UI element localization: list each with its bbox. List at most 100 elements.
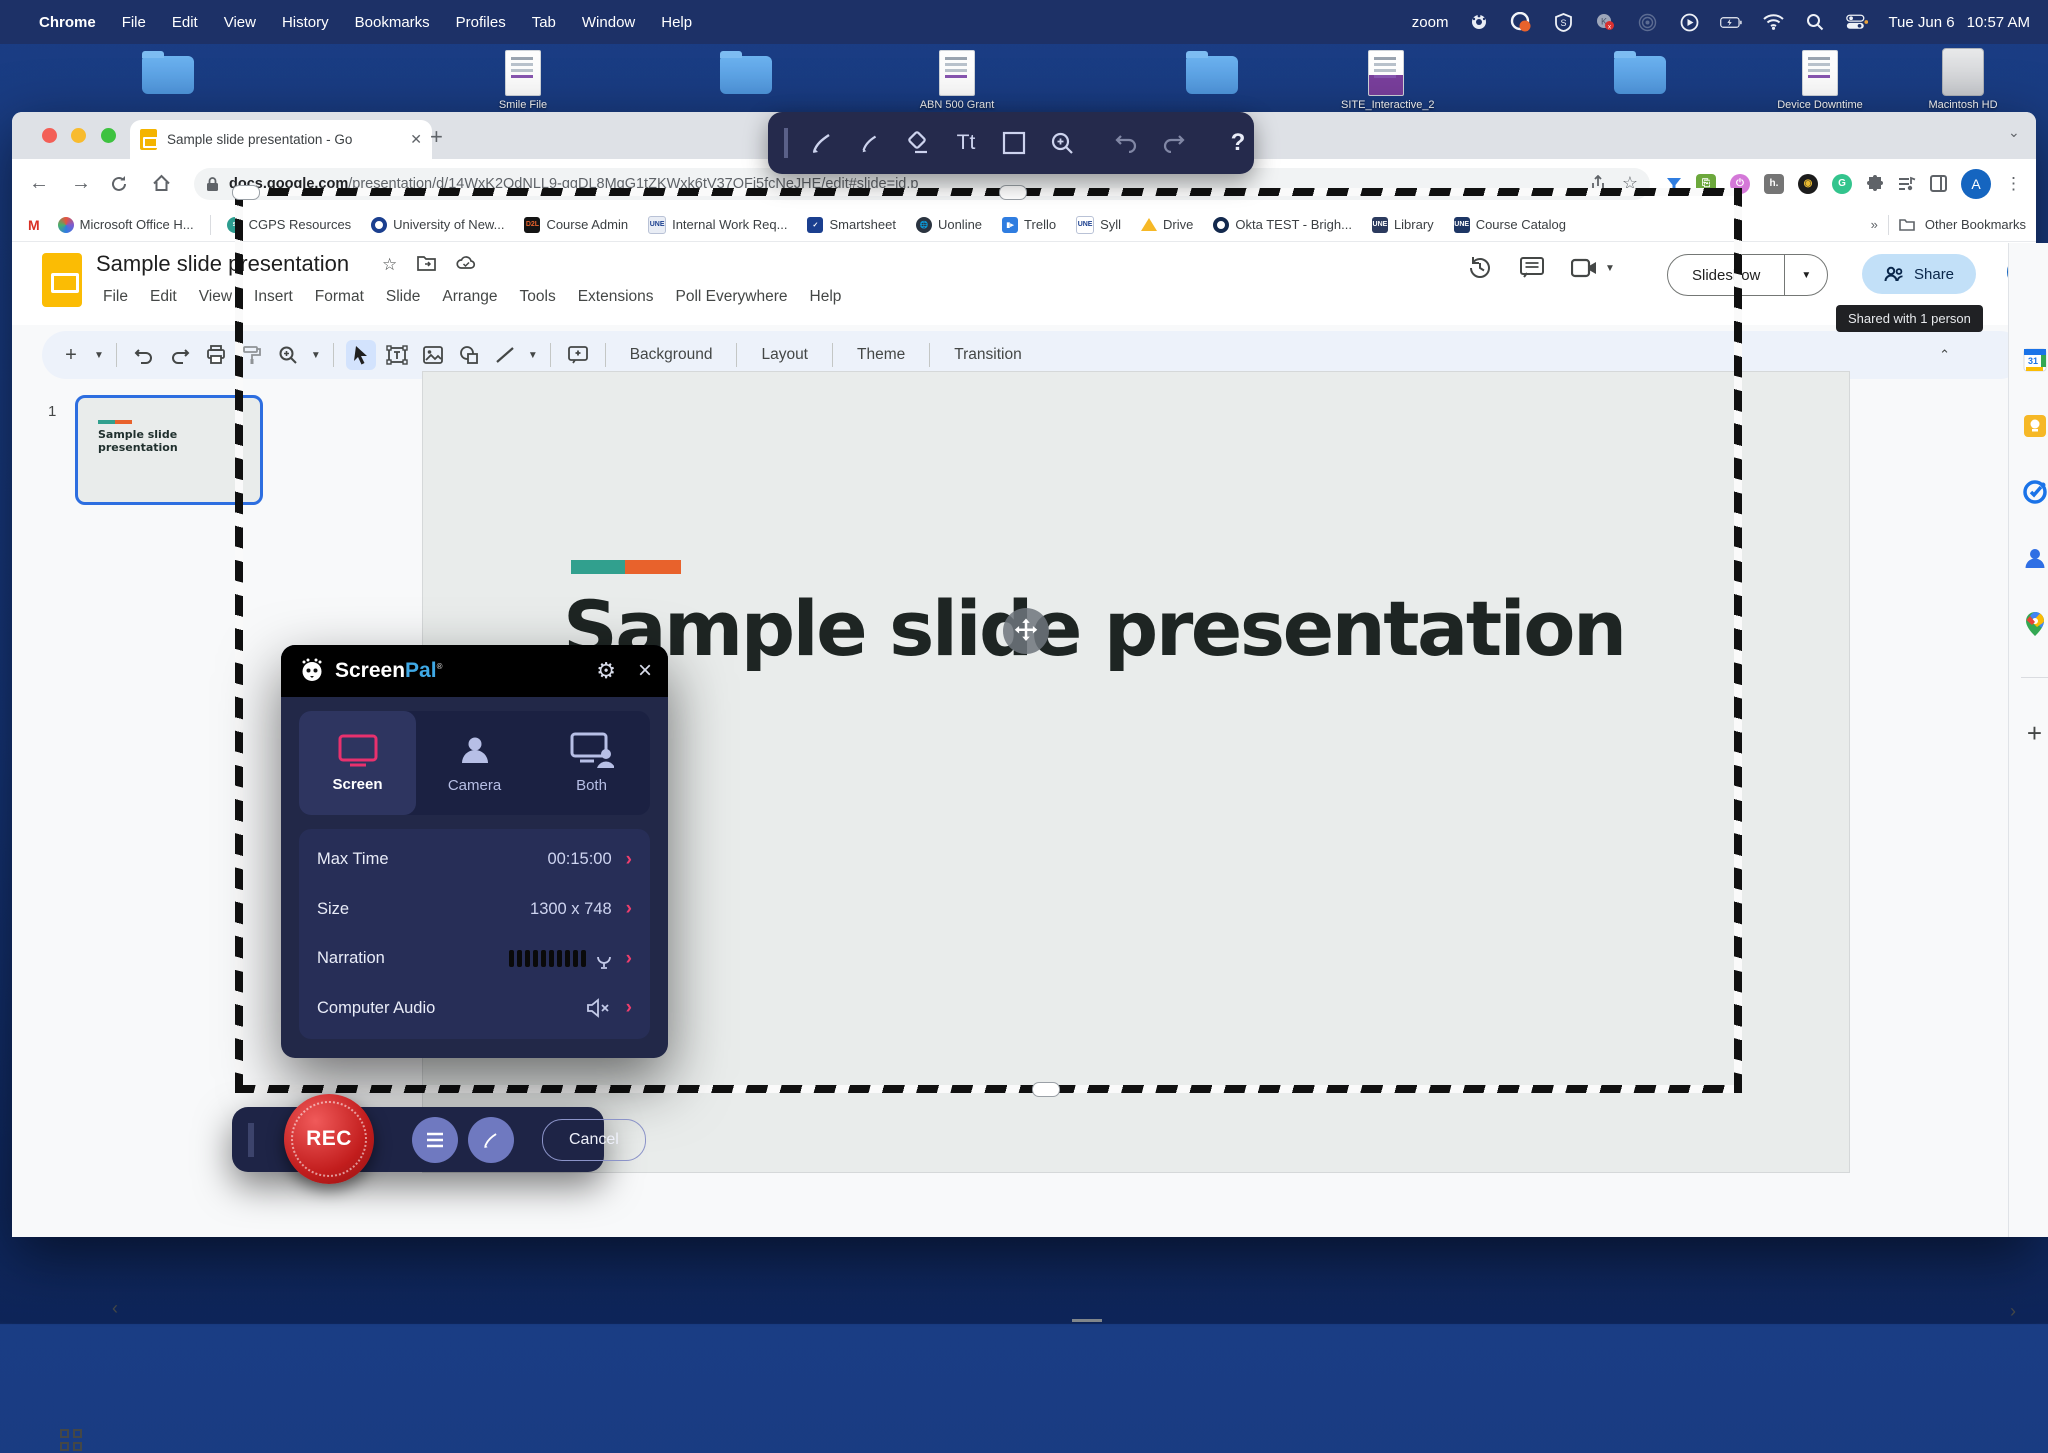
tab-both[interactable]: Both <box>533 711 650 815</box>
ext-grammarly-icon[interactable]: G <box>1832 174 1852 194</box>
slideshow-dropdown-arrow[interactable]: ▼ <box>1785 270 1827 281</box>
slides-menu-poll-everywhere[interactable]: Poll Everywhere <box>665 283 799 311</box>
grid-view-button[interactable] <box>60 1429 84 1453</box>
settings-gear-icon[interactable]: ⚙ <box>596 658 616 684</box>
transition-button[interactable]: Transition <box>942 346 1033 364</box>
tasks-icon[interactable] <box>2022 479 2048 505</box>
star-doc-icon[interactable]: ☆ <box>382 255 397 275</box>
airplay-icon[interactable] <box>1636 11 1658 33</box>
control-center-icon[interactable] <box>1846 11 1868 33</box>
desktop-file-site[interactable]: SITE_Interactive_2 <box>1341 50 1431 111</box>
bookmark-item[interactable]: UNESyll <box>1068 213 1129 237</box>
notes-resize-handle[interactable] <box>1072 1319 1102 1322</box>
bookmark-item[interactable]: Microsoft Office H... <box>50 214 202 236</box>
menu-profiles[interactable]: Profiles <box>443 14 519 31</box>
desktop-folder[interactable] <box>701 56 791 94</box>
slide-title-text[interactable]: Sample slide presentation <box>563 584 1663 673</box>
menu-tab[interactable]: Tab <box>519 14 569 31</box>
shape-tool-icon[interactable] <box>994 123 1034 163</box>
menu-window[interactable]: Window <box>569 14 648 31</box>
doc-title[interactable]: Sample slide presentation <box>96 251 349 277</box>
maps-icon[interactable] <box>2023 611 2047 637</box>
select-tool-button[interactable] <box>346 340 376 370</box>
slides-menu-slide[interactable]: Slide <box>375 283 431 311</box>
menu-bookmarks[interactable]: Bookmarks <box>342 14 443 31</box>
close-dialog-icon[interactable]: × <box>638 657 652 685</box>
insert-line-button[interactable] <box>490 340 520 370</box>
slides-menu-help[interactable]: Help <box>799 283 853 311</box>
bookmark-item[interactable]: UNECourse Catalog <box>1446 214 1574 236</box>
recbar-pen-button[interactable] <box>468 1117 514 1163</box>
other-bookmarks[interactable]: Other Bookmarks <box>1925 217 2026 232</box>
menu-app-name[interactable]: Chrome <box>26 14 109 31</box>
zoom-menu-item[interactable]: zoom <box>1412 14 1449 31</box>
menu-file[interactable]: File <box>109 14 159 31</box>
max-time-row[interactable]: Max Time 00:15:00 › <box>317 835 632 885</box>
pen-tool-icon[interactable] <box>802 123 842 163</box>
zoom-dropdown[interactable]: ▼ <box>311 350 321 361</box>
bookmark-item[interactable]: University of New... <box>363 214 512 236</box>
slides-menu-extensions[interactable]: Extensions <box>567 283 665 311</box>
expand-panel-chevron[interactable]: › <box>2010 1301 2016 1322</box>
new-slide-button[interactable]: + <box>56 340 86 370</box>
ext-h-icon[interactable]: h. <box>1764 174 1784 194</box>
menu-history[interactable]: History <box>269 14 342 31</box>
extensions-puzzle-icon[interactable] <box>1866 175 1884 193</box>
rec-button[interactable]: REC <box>284 1094 374 1184</box>
back-button[interactable]: ← <box>26 172 52 195</box>
menu-help[interactable]: Help <box>648 14 705 31</box>
battery-icon[interactable] <box>1720 11 1742 33</box>
bookmark-item[interactable]: Drive <box>1133 214 1201 235</box>
bookmark-item[interactable]: UNELibrary <box>1364 214 1442 236</box>
recbar-menu-button[interactable] <box>412 1117 458 1163</box>
desktop-file-device[interactable]: Device Downtime <box>1775 50 1865 111</box>
wifi-icon[interactable] <box>1762 11 1784 33</box>
slides-app-icon[interactable] <box>42 253 82 307</box>
layout-button[interactable]: Layout <box>749 346 820 364</box>
recbar-drag-handle[interactable] <box>248 1123 254 1157</box>
bookmark-item[interactable]: ▮▸Trello <box>994 214 1064 236</box>
undo-annotation-icon[interactable] <box>1106 123 1146 163</box>
slides-menu-arrange[interactable]: Arrange <box>431 283 508 311</box>
new-slide-dropdown[interactable]: ▼ <box>94 350 104 361</box>
highlighter-tool-icon[interactable] <box>850 123 890 163</box>
text-box-button[interactable] <box>382 340 412 370</box>
spotlight-search-icon[interactable] <box>1804 11 1826 33</box>
move-cursor-handle[interactable] <box>1003 608 1049 654</box>
contacts-icon[interactable] <box>2022 545 2048 571</box>
slides-menu-file[interactable]: File <box>92 283 139 311</box>
background-button[interactable]: Background <box>618 346 725 364</box>
slides-menu-insert[interactable]: Insert <box>243 283 304 311</box>
keeper-error-icon[interactable]: Kx <box>1594 11 1616 33</box>
insert-shape-button[interactable] <box>454 340 484 370</box>
recording-resize-handle-topleft[interactable] <box>232 185 260 200</box>
badge-shield-icon[interactable] <box>1468 11 1490 33</box>
cloud-status-icon[interactable] <box>456 255 476 275</box>
tab-close-icon[interactable]: ✕ <box>410 131 422 148</box>
bookmark-item[interactable]: Okta TEST - Brigh... <box>1205 214 1360 236</box>
zoom-tool-icon[interactable] <box>1042 123 1082 163</box>
bookmark-item[interactable]: UNEInternal Work Req... <box>640 213 795 237</box>
hide-menus-chevron-icon[interactable]: ⌃ <box>1939 347 2010 363</box>
shield-s-icon[interactable]: S <box>1552 11 1574 33</box>
toolbar-drag-handle[interactable] <box>784 128 788 158</box>
recording-resize-handle-topcenter[interactable] <box>999 185 1027 200</box>
text-tool-icon[interactable]: Tt <box>946 123 986 163</box>
minimize-window-button[interactable] <box>71 128 86 143</box>
screenpal-status-icon[interactable] <box>1510 11 1532 33</box>
help-icon[interactable]: ? <box>1218 123 1258 163</box>
zoom-tool-button[interactable] <box>273 340 303 370</box>
share-button[interactable]: Share <box>1862 254 1976 294</box>
close-window-button[interactable] <box>42 128 57 143</box>
ext-owl-icon[interactable]: ◉ <box>1798 174 1818 194</box>
undo-button[interactable] <box>129 340 159 370</box>
move-folder-icon[interactable] <box>417 255 436 275</box>
menu-edit[interactable]: Edit <box>159 14 211 31</box>
bookmark-item[interactable]: ✓Smartsheet <box>799 214 903 236</box>
line-dropdown[interactable]: ▼ <box>528 350 538 361</box>
eraser-tool-icon[interactable] <box>898 123 938 163</box>
tab-screen[interactable]: Screen <box>299 711 416 815</box>
cancel-button[interactable]: Cancel <box>542 1119 646 1161</box>
keep-icon[interactable] <box>2022 413 2048 439</box>
desktop-drive-macintosh[interactable]: Macintosh HD <box>1918 48 2008 111</box>
